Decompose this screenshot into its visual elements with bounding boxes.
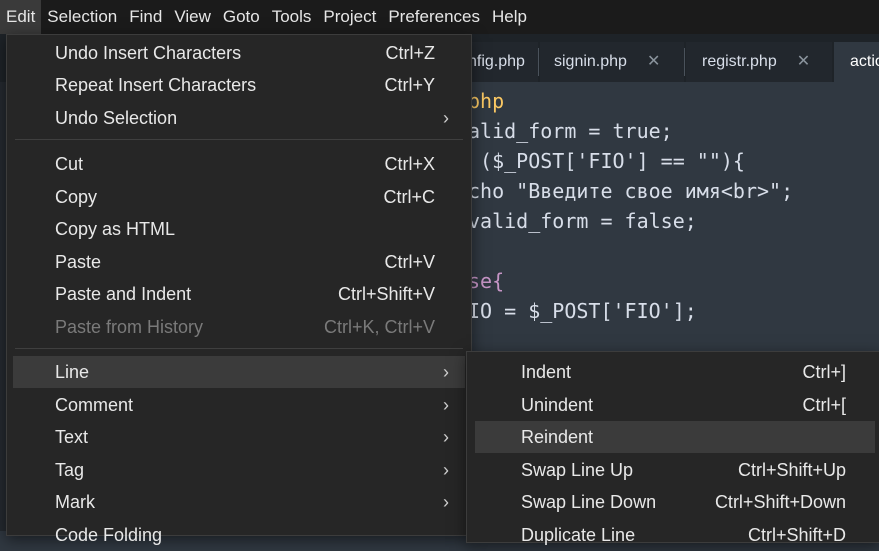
shortcut-label: Ctrl+V	[384, 252, 435, 272]
shortcut-label: Ctrl+]	[802, 362, 846, 382]
menu-item-copy[interactable]: Copy Ctrl+C	[7, 181, 471, 213]
menu-item-label: Line	[55, 362, 90, 382]
menu-selection[interactable]: Selection	[41, 0, 123, 34]
tab-label: actio	[850, 53, 879, 70]
menu-item-tag[interactable]: Tag ›	[7, 454, 471, 486]
menu-item-label: Reindent	[521, 427, 594, 447]
chevron-right-icon: ›	[443, 460, 449, 480]
code-line: ($_POST['FIO'] == ""){	[468, 149, 745, 173]
menu-item-label: Repeat Insert Characters	[55, 75, 257, 95]
menu-item-paste-indent[interactable]: Paste and Indent Ctrl+Shift+V	[7, 278, 471, 310]
menu-item-label: Code Folding	[55, 525, 163, 545]
menu-item-label: Tag	[55, 460, 85, 480]
chevron-right-icon: ›	[443, 395, 449, 415]
menu-item-label: Swap Line Up	[521, 460, 634, 480]
menu-item-mark[interactable]: Mark ›	[7, 486, 471, 518]
shortcut-label: Ctrl+K, Ctrl+V	[323, 317, 435, 337]
menu-item-label: Cut	[55, 154, 84, 174]
shortcut-label: Ctrl+Y	[384, 75, 435, 95]
code-line: alid_form = true;	[468, 119, 673, 143]
menu-help[interactable]: Help	[486, 0, 533, 34]
menu-item-comment[interactable]: Comment ›	[7, 389, 471, 421]
menu-separator	[15, 348, 463, 349]
tab-signin[interactable]: signin.php ✕	[540, 42, 684, 82]
tab-registr[interactable]: registr.php ✕	[686, 42, 832, 82]
line-submenu: Indent Ctrl+] Unindent Ctrl+[ Reindent S…	[466, 351, 879, 545]
tab-config[interactable]: nfig.php	[468, 42, 538, 82]
chevron-right-icon: ›	[443, 108, 449, 128]
menu-item-undo-selection[interactable]: Undo Selection ›	[7, 102, 471, 134]
edit-menu: Undo Insert Characters Ctrl+Z Repeat Ins…	[6, 34, 472, 545]
menu-item-label: Comment	[55, 395, 134, 415]
tab-divider	[538, 48, 539, 76]
close-icon[interactable]: ✕	[647, 53, 660, 70]
chevron-right-icon: ›	[443, 492, 449, 512]
shortcut-label: Ctrl+Shift+Down	[714, 492, 846, 512]
shortcut-label: Ctrl+Shift+D	[747, 525, 846, 545]
menu-bar: Edit Selection Find View Goto Tools Proj…	[0, 0, 879, 34]
menu-item-label: Mark	[55, 492, 95, 512]
menu-goto[interactable]: Goto	[217, 0, 266, 34]
code-line: cho "Введите свое имя<br>";	[468, 179, 794, 203]
menu-item-copy-html[interactable]: Copy as HTML	[7, 213, 471, 245]
tab-label: signin.php	[554, 53, 627, 70]
menu-item-label: Paste and Indent	[55, 284, 192, 304]
menu-item-label: Paste from History	[55, 317, 204, 337]
tab-label: nfig.php	[468, 53, 525, 70]
shortcut-label: Ctrl+C	[383, 187, 435, 207]
menu-separator	[15, 139, 463, 140]
menu-item-swap-line-up[interactable]: Swap Line Up Ctrl+Shift+Up	[467, 454, 879, 486]
menu-project[interactable]: Project	[317, 0, 382, 34]
shortcut-label: Ctrl+[	[802, 395, 846, 415]
tab-divider	[684, 48, 685, 76]
menu-item-indent[interactable]: Indent Ctrl+]	[467, 356, 879, 388]
menu-view[interactable]: View	[168, 0, 217, 34]
menu-item-label: Paste	[55, 252, 102, 272]
menu-edit[interactable]: Edit	[0, 0, 42, 34]
menu-item-text[interactable]: Text ›	[7, 421, 471, 453]
menu-item-label: Text	[55, 427, 89, 447]
menu-item-paste[interactable]: Paste Ctrl+V	[7, 246, 471, 278]
menu-find[interactable]: Find	[123, 0, 168, 34]
tab-action-active[interactable]: actio	[834, 42, 879, 82]
menu-item-label: Copy as HTML	[55, 219, 176, 239]
menu-item-code-folding[interactable]: Code Folding	[7, 519, 471, 551]
code-line: php	[468, 89, 505, 113]
menu-item-label: Indent	[521, 362, 572, 382]
menu-item-repeat-insert[interactable]: Repeat Insert Characters Ctrl+Y	[7, 69, 471, 101]
code-line: valid_form = false;	[468, 209, 697, 233]
shortcut-label: Ctrl+Shift+V	[337, 284, 435, 304]
menu-item-undo-insert[interactable]: Undo Insert Characters Ctrl+Z	[7, 37, 471, 69]
menu-item-label: Undo Selection	[55, 108, 178, 128]
menu-item-paste-history: Paste from History Ctrl+K, Ctrl+V	[7, 311, 471, 343]
menu-item-cut[interactable]: Cut Ctrl+X	[7, 148, 471, 180]
menu-item-label: Undo Insert Characters	[55, 43, 242, 63]
menu-item-unindent[interactable]: Unindent Ctrl+[	[467, 389, 879, 421]
menu-item-line[interactable]: Line ›	[13, 356, 465, 388]
menu-tools[interactable]: Tools	[266, 0, 318, 34]
menu-item-label: Copy	[55, 187, 98, 207]
shortcut-label: Ctrl+Z	[385, 43, 436, 63]
menu-item-reindent[interactable]: Reindent	[475, 421, 875, 453]
shortcut-label: Ctrl+Shift+Up	[737, 460, 846, 480]
close-icon[interactable]: ✕	[797, 53, 810, 70]
menu-item-label: Duplicate Line	[521, 525, 636, 545]
code-line: se{	[468, 269, 505, 293]
code-line: IO = $_POST['FIO'];	[468, 299, 697, 323]
tab-label: registr.php	[702, 53, 777, 70]
menu-item-duplicate-line[interactable]: Duplicate Line Ctrl+Shift+D	[467, 519, 879, 551]
menu-preferences[interactable]: Preferences	[382, 0, 486, 34]
chevron-right-icon: ›	[443, 362, 449, 382]
menu-item-swap-line-down[interactable]: Swap Line Down Ctrl+Shift+Down	[467, 486, 879, 518]
chevron-right-icon: ›	[443, 427, 449, 447]
menu-item-label: Unindent	[521, 395, 594, 415]
menu-item-label: Swap Line Down	[521, 492, 657, 512]
shortcut-label: Ctrl+X	[384, 154, 435, 174]
